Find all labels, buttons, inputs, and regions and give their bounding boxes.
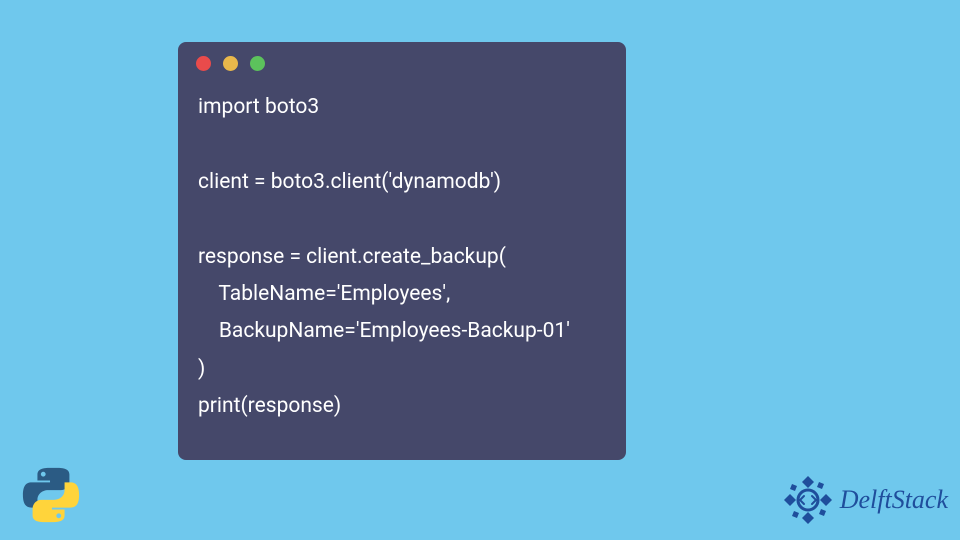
code-content: import boto3 client = boto3.client('dyna… <box>178 81 626 425</box>
brand-name: DelftStack <box>840 485 948 515</box>
code-window: import boto3 client = boto3.client('dyna… <box>178 42 626 460</box>
traffic-lights <box>178 56 626 81</box>
brand-footer: DelftStack <box>782 474 948 526</box>
close-dot <box>196 56 211 71</box>
minimize-dot <box>223 56 238 71</box>
delftstack-logo-icon <box>782 474 834 526</box>
maximize-dot <box>250 56 265 71</box>
python-logo-icon <box>20 464 82 526</box>
